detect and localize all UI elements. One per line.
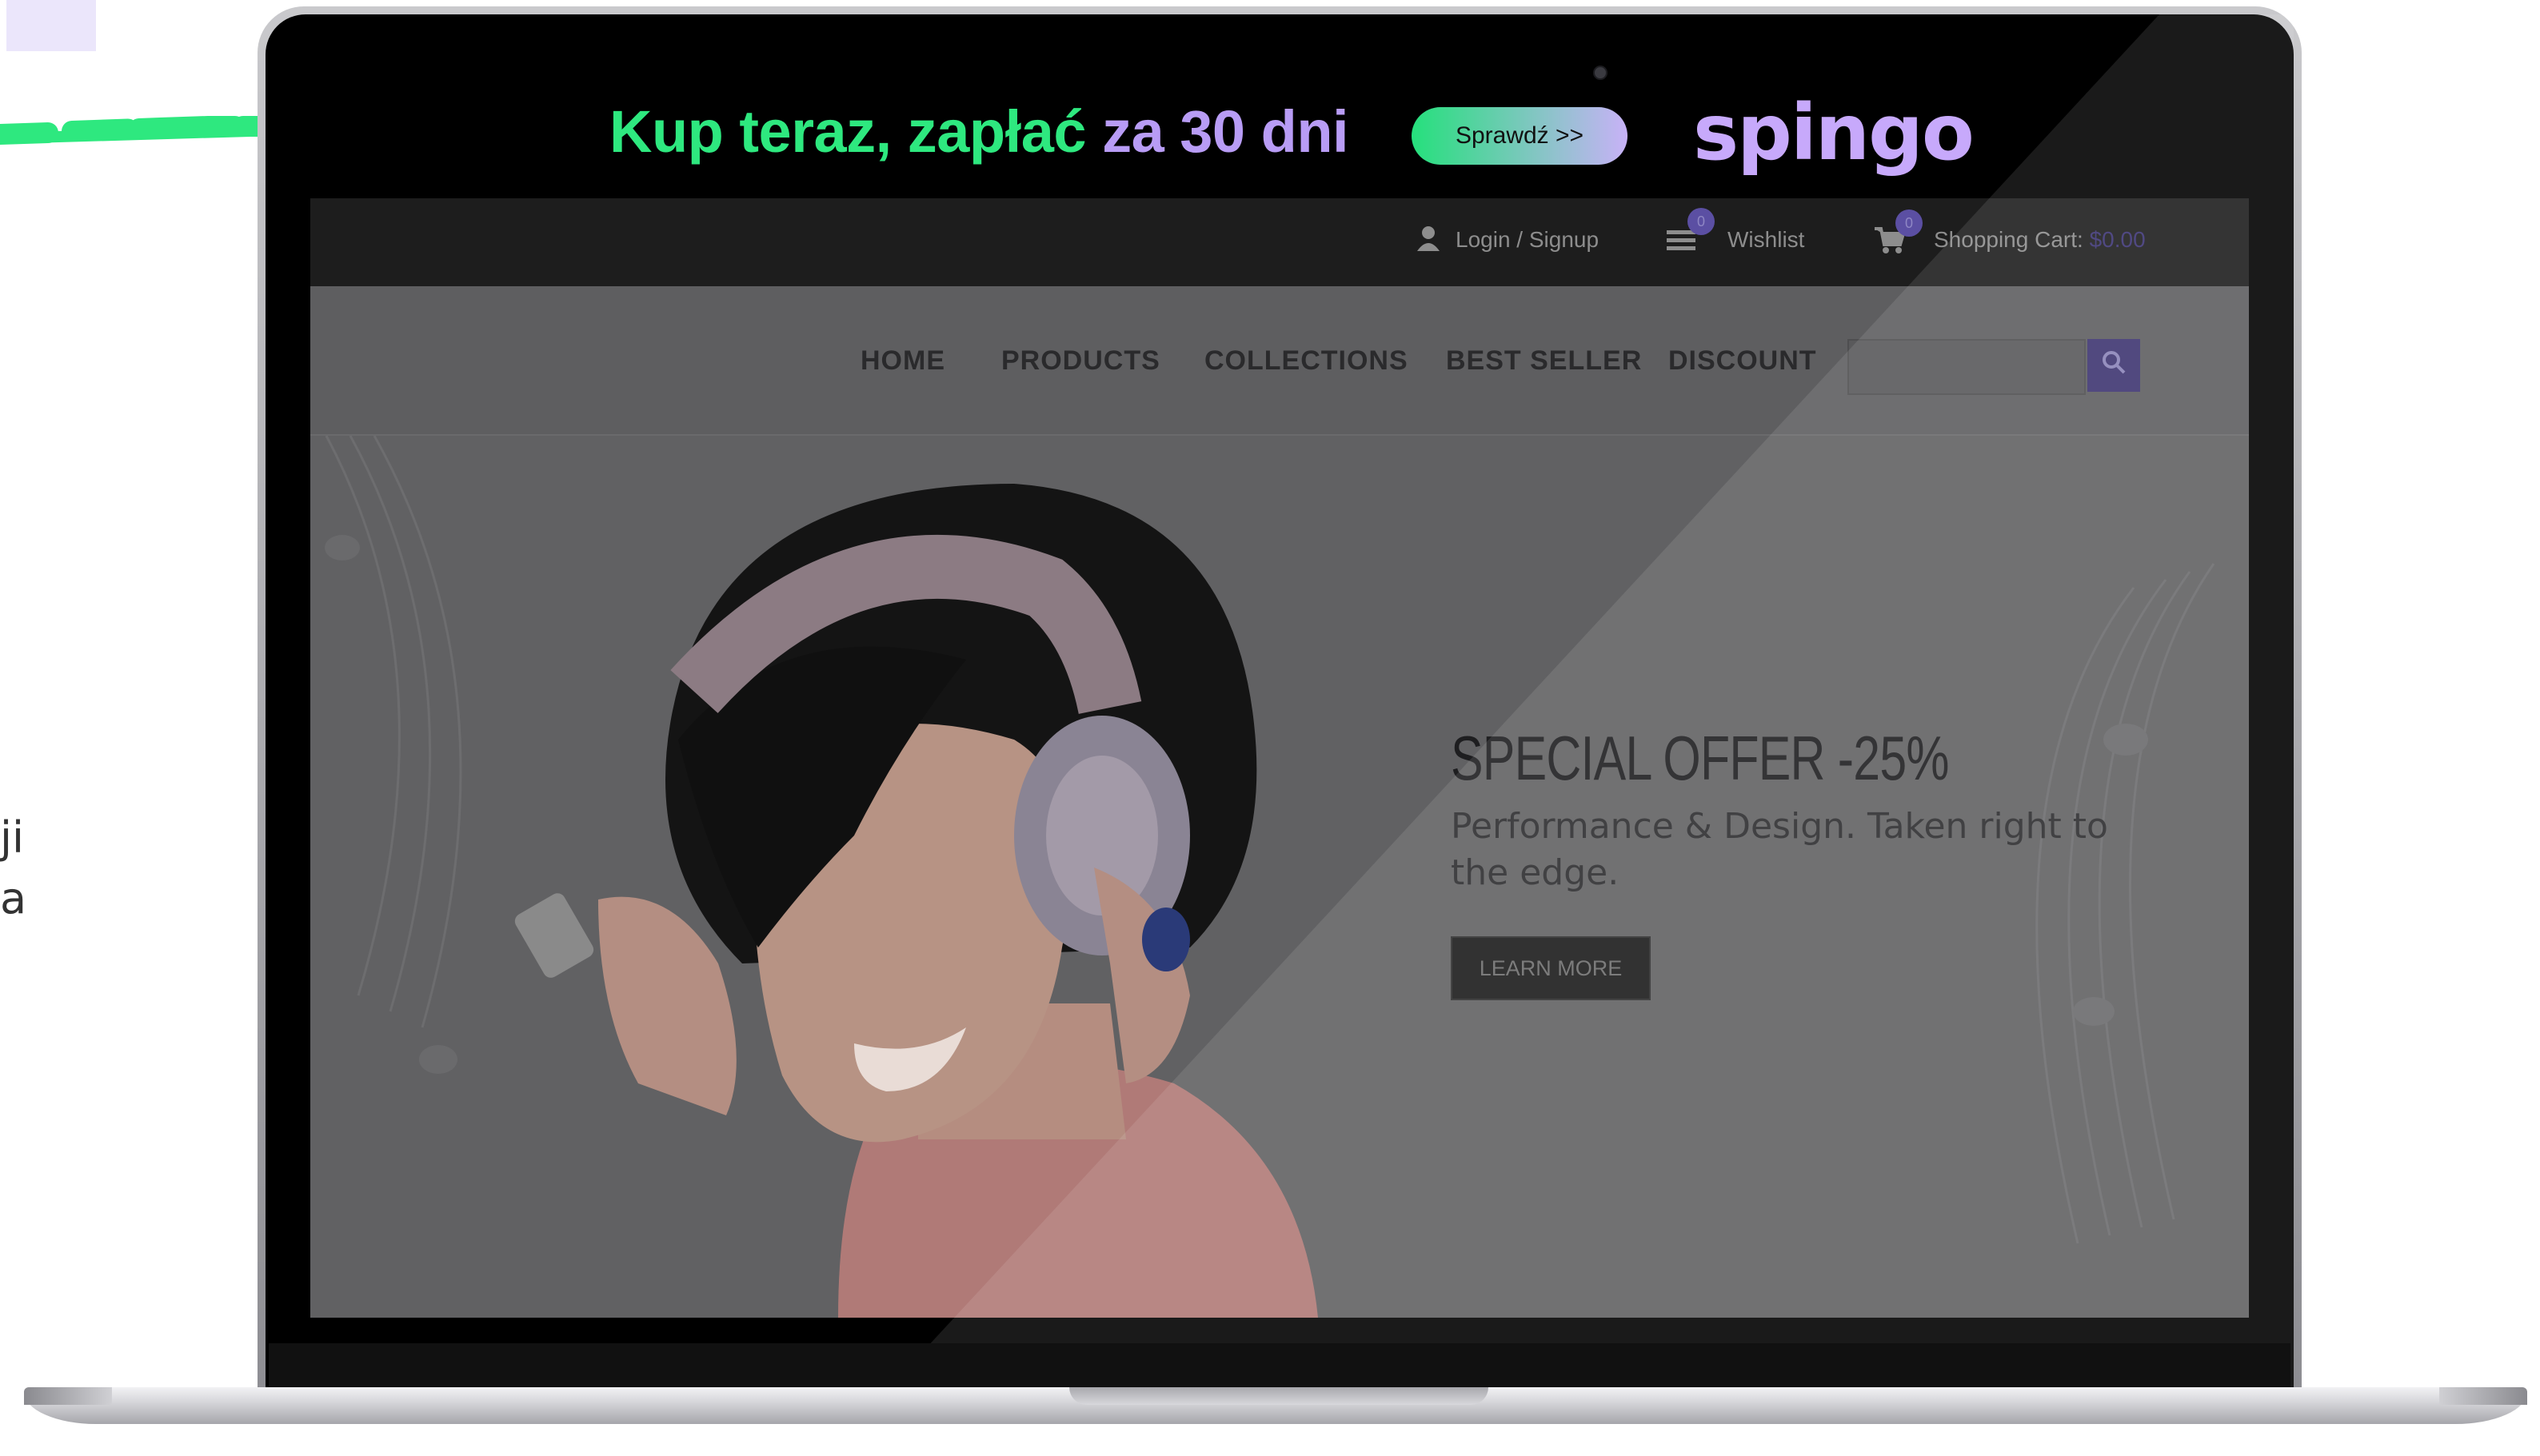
- wishlist-count-badge: 0: [1687, 208, 1715, 235]
- nav-collections[interactable]: COLLECTIONS: [1204, 345, 1408, 377]
- corner-decoration: [6, 0, 96, 51]
- website: Login / Signup 0 Wishlist 0 Shopping Car…: [310, 198, 2249, 1318]
- main-nav: HOME PRODUCTS COLLECTIONS BEST SELLER DI…: [310, 286, 2249, 436]
- side-text: ji a: [0, 808, 26, 929]
- search-button[interactable]: [2087, 339, 2140, 392]
- banner-headline: Kup teraz, zapłać za 30 dni: [609, 98, 1349, 166]
- user-icon: [1417, 225, 1440, 257]
- spingo-logo: spingo: [1693, 88, 1975, 178]
- nav-discount[interactable]: DISCOUNT: [1668, 345, 1817, 377]
- laptop-base-left-edge: [24, 1387, 112, 1405]
- search-input[interactable]: [1847, 339, 2086, 395]
- list-icon: [1667, 229, 1695, 259]
- learn-more-button[interactable]: LEARN MORE: [1451, 936, 1651, 1000]
- cart-total: $0.00: [2089, 227, 2146, 252]
- wishlist-link[interactable]: Wishlist: [1727, 227, 1804, 253]
- nav-best-seller[interactable]: BEST SELLER: [1446, 345, 1642, 377]
- laptop-chin: [269, 1343, 2290, 1390]
- laptop-notch: [1069, 1387, 1488, 1405]
- hero-title: SPECIAL OFFER -25%: [1451, 723, 1949, 793]
- laptop-base-right-edge: [2439, 1387, 2527, 1405]
- shopping-cart-link[interactable]: Shopping Cart: $0.00: [1934, 227, 2146, 253]
- woman-with-headphones-image: [514, 484, 1318, 1318]
- cart-label: Shopping Cart:: [1934, 227, 2083, 252]
- cart-count-badge: 0: [1895, 209, 1923, 237]
- top-bar: Login / Signup 0 Wishlist 0 Shopping Car…: [310, 198, 2249, 286]
- banner-text-purple: za 30 dni: [1102, 98, 1349, 165]
- side-text-line-1: ji: [0, 812, 25, 863]
- nav-home[interactable]: HOME: [861, 345, 945, 377]
- login-signup-link[interactable]: Login / Signup: [1456, 227, 1599, 253]
- spingo-banner: Kup teraz, zapłać za 30 dni Sprawdź >> s…: [266, 48, 2294, 208]
- banner-text-green: Kup teraz, zapłać: [609, 98, 1103, 165]
- side-text-line-2: a: [0, 873, 27, 923]
- search-icon: [2103, 351, 2126, 374]
- hero-banner: SPECIAL OFFER -25% Performance & Design.…: [310, 436, 2249, 1318]
- check-button[interactable]: Sprawdź >>: [1412, 107, 1627, 165]
- nav-products[interactable]: PRODUCTS: [1001, 345, 1160, 377]
- hero-subtitle: Performance & Design. Taken right to the…: [1451, 806, 2108, 893]
